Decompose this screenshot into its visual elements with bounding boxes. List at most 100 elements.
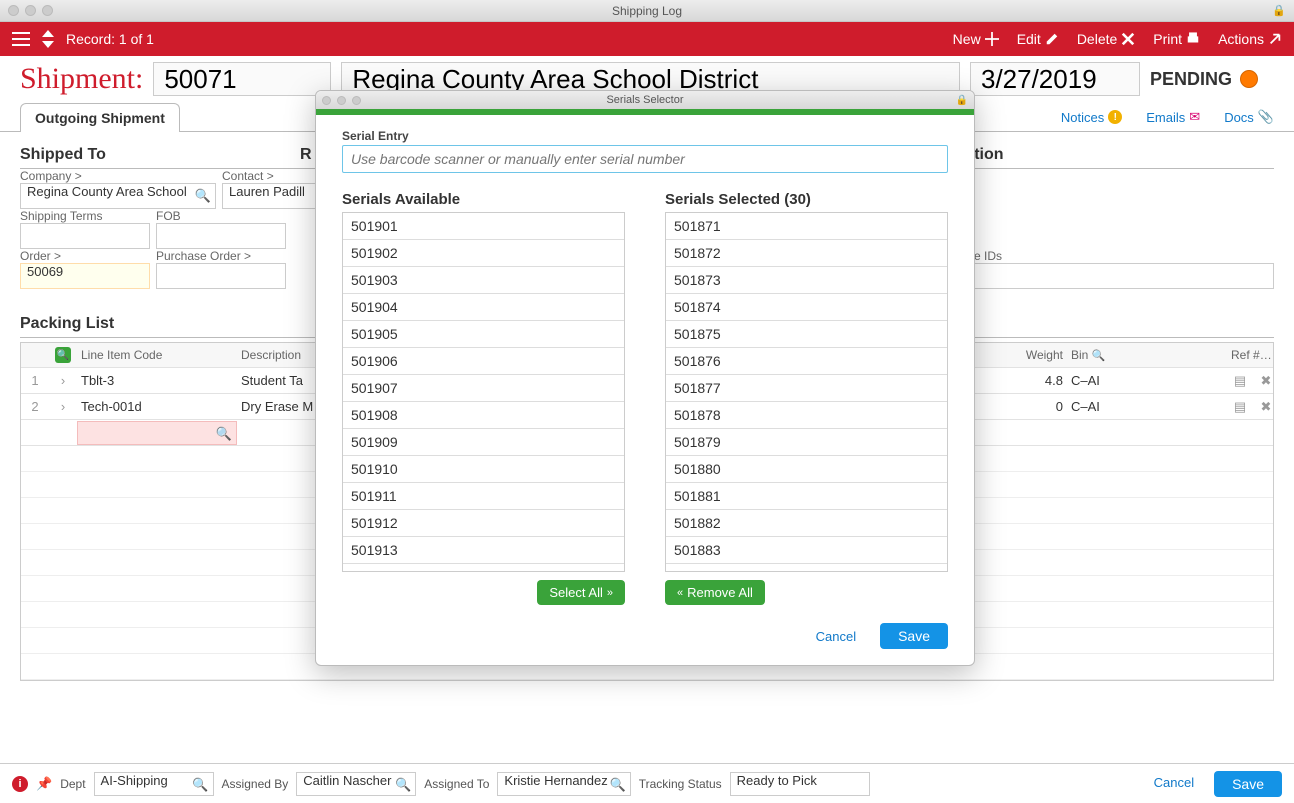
search-icon[interactable]: 🔍 — [55, 347, 71, 363]
serial-item[interactable]: 501901 — [343, 213, 624, 240]
company-label: Company > — [20, 169, 216, 183]
serial-item[interactable]: 501913 — [343, 537, 624, 564]
pin-icon[interactable]: 📌 — [36, 776, 52, 792]
chevron-right-icon: » — [607, 587, 613, 599]
serial-entry-input[interactable] — [342, 145, 948, 173]
link-emails[interactable]: Emails✉ — [1146, 109, 1200, 125]
search-icon[interactable]: 🔍 — [395, 777, 411, 793]
row-number: 2 — [21, 399, 49, 414]
ids-field[interactable] — [974, 263, 1274, 289]
delete-button[interactable]: Delete — [1077, 31, 1135, 47]
serial-item[interactable]: 501903 — [343, 267, 624, 294]
shipment-date-field[interactable] — [970, 62, 1140, 96]
serial-item[interactable]: 501911 — [343, 483, 624, 510]
modal-save-button[interactable]: Save — [880, 623, 948, 649]
shipping-terms-field[interactable] — [20, 223, 150, 249]
fob-field[interactable] — [156, 223, 286, 249]
lock-icon: 🔒 — [1272, 4, 1286, 17]
tab-outgoing-shipment[interactable]: Outgoing Shipment — [20, 103, 180, 132]
delete-row-icon[interactable]: ✖ — [1253, 399, 1279, 415]
serials-selector-modal: Serials Selector 🔒 Serial Entry Serials … — [315, 90, 975, 666]
record-nav-icon[interactable] — [42, 30, 54, 48]
alert-icon: ! — [1108, 110, 1122, 124]
shipment-label: Shipment: — [20, 62, 143, 96]
dept-field[interactable]: AI-Shipping🔍 — [94, 772, 214, 796]
serial-item[interactable]: 501912 — [343, 510, 624, 537]
mail-icon: ✉ — [1189, 109, 1200, 125]
print-button[interactable]: Print — [1153, 31, 1200, 47]
company-field[interactable]: Regina County Area School🔍 — [20, 183, 216, 209]
modal-cancel-button[interactable]: Cancel — [806, 625, 866, 648]
serial-item[interactable]: 501905 — [343, 321, 624, 348]
serial-item[interactable]: 501910 — [343, 456, 624, 483]
serial-item[interactable]: 501904 — [343, 294, 624, 321]
item-code-search-cell[interactable]: 🔍 — [77, 421, 237, 445]
chevron-right-icon[interactable]: › — [49, 373, 77, 388]
shipment-number-field[interactable] — [153, 62, 331, 96]
link-docs[interactable]: Docs📎 — [1224, 109, 1274, 125]
serial-item[interactable]: 501908 — [343, 402, 624, 429]
footer-bar: i 📌 Dept AI-Shipping🔍 Assigned By Caitli… — [0, 763, 1294, 803]
serial-item[interactable]: 501873 — [666, 267, 947, 294]
info-icon[interactable]: i — [12, 776, 28, 792]
chevron-right-icon[interactable]: › — [49, 399, 77, 414]
search-icon[interactable]: 🔍 — [1092, 349, 1106, 362]
select-all-button[interactable]: Select All» — [537, 580, 625, 605]
serial-item[interactable]: 501871 — [666, 213, 947, 240]
assigned-to-label: Assigned To — [424, 777, 489, 791]
po-label: Purchase Order > — [156, 249, 286, 263]
delete-row-icon[interactable]: ✖ — [1253, 373, 1279, 389]
serial-entry-label: Serial Entry — [342, 129, 948, 143]
serial-item[interactable]: 501882 — [666, 510, 947, 537]
serials-selected-list[interactable]: 5018715018725018735018745018755018765018… — [665, 212, 948, 572]
col-item-code: Line Item Code — [77, 348, 237, 362]
serial-item[interactable]: 501909 — [343, 429, 624, 456]
remove-all-button[interactable]: «Remove All — [665, 580, 765, 605]
serial-item[interactable]: 501878 — [666, 402, 947, 429]
serial-item[interactable]: 501877 — [666, 375, 947, 402]
serial-item[interactable]: 501883 — [666, 537, 947, 564]
footer-save-button[interactable]: Save — [1214, 771, 1282, 797]
serial-item[interactable]: 501881 — [666, 483, 947, 510]
serial-item[interactable]: 501907 — [343, 375, 624, 402]
modal-title: Serials Selector — [316, 94, 974, 106]
assigned-to-field[interactable]: Kristie Hernandez🔍 — [497, 772, 630, 796]
link-notices[interactable]: Notices! — [1061, 109, 1122, 125]
contact-field[interactable]: Lauren Padill — [222, 183, 322, 209]
serials-selected-heading: Serials Selected (30) — [665, 191, 948, 208]
window-title: Shipping Log — [0, 4, 1294, 18]
bin-cell: C–AI — [1067, 399, 1227, 414]
footer-cancel-button[interactable]: Cancel — [1144, 771, 1204, 797]
serials-available-list[interactable]: 5019015019025019035019045019055019065019… — [342, 212, 625, 572]
row-number: 1 — [21, 373, 49, 388]
serial-item[interactable]: 501906 — [343, 348, 624, 375]
edit-button[interactable]: Edit — [1017, 31, 1059, 47]
new-button[interactable]: New — [953, 31, 999, 47]
col-weight: Weight — [1017, 348, 1067, 362]
barcode-icon[interactable]: ▤ — [1227, 399, 1253, 415]
status-text: PENDING — [1150, 69, 1232, 90]
toolbar: Record: 1 of 1 New Edit Delete Print Act… — [0, 22, 1294, 56]
tracking-status-field[interactable]: Ready to Pick — [730, 772, 870, 796]
order-field[interactable]: 50069 — [20, 263, 150, 289]
serial-item[interactable]: 501875 — [666, 321, 947, 348]
search-icon[interactable]: 🔍 — [195, 188, 211, 204]
serial-item[interactable]: 501876 — [666, 348, 947, 375]
serial-item[interactable]: 501914 — [343, 564, 624, 572]
serial-item[interactable]: 501874 — [666, 294, 947, 321]
search-icon[interactable]: 🔍 — [192, 777, 208, 793]
serial-item[interactable]: 501879 — [666, 429, 947, 456]
serial-item[interactable]: 501872 — [666, 240, 947, 267]
serial-item[interactable]: 501880 — [666, 456, 947, 483]
actions-button[interactable]: Actions — [1218, 31, 1282, 47]
search-icon[interactable]: 🔍 — [610, 777, 626, 793]
po-field[interactable] — [156, 263, 286, 289]
tracking-status-label: Tracking Status — [639, 777, 722, 791]
assigned-by-field[interactable]: Caitlin Nascher🔍 — [296, 772, 416, 796]
menu-icon[interactable] — [12, 32, 30, 46]
dept-label: Dept — [60, 777, 85, 791]
barcode-icon[interactable]: ▤ — [1227, 373, 1253, 389]
ids-heading-fragment: e IDs — [974, 249, 1274, 263]
fob-label: FOB — [156, 209, 286, 223]
serial-item[interactable]: 501902 — [343, 240, 624, 267]
